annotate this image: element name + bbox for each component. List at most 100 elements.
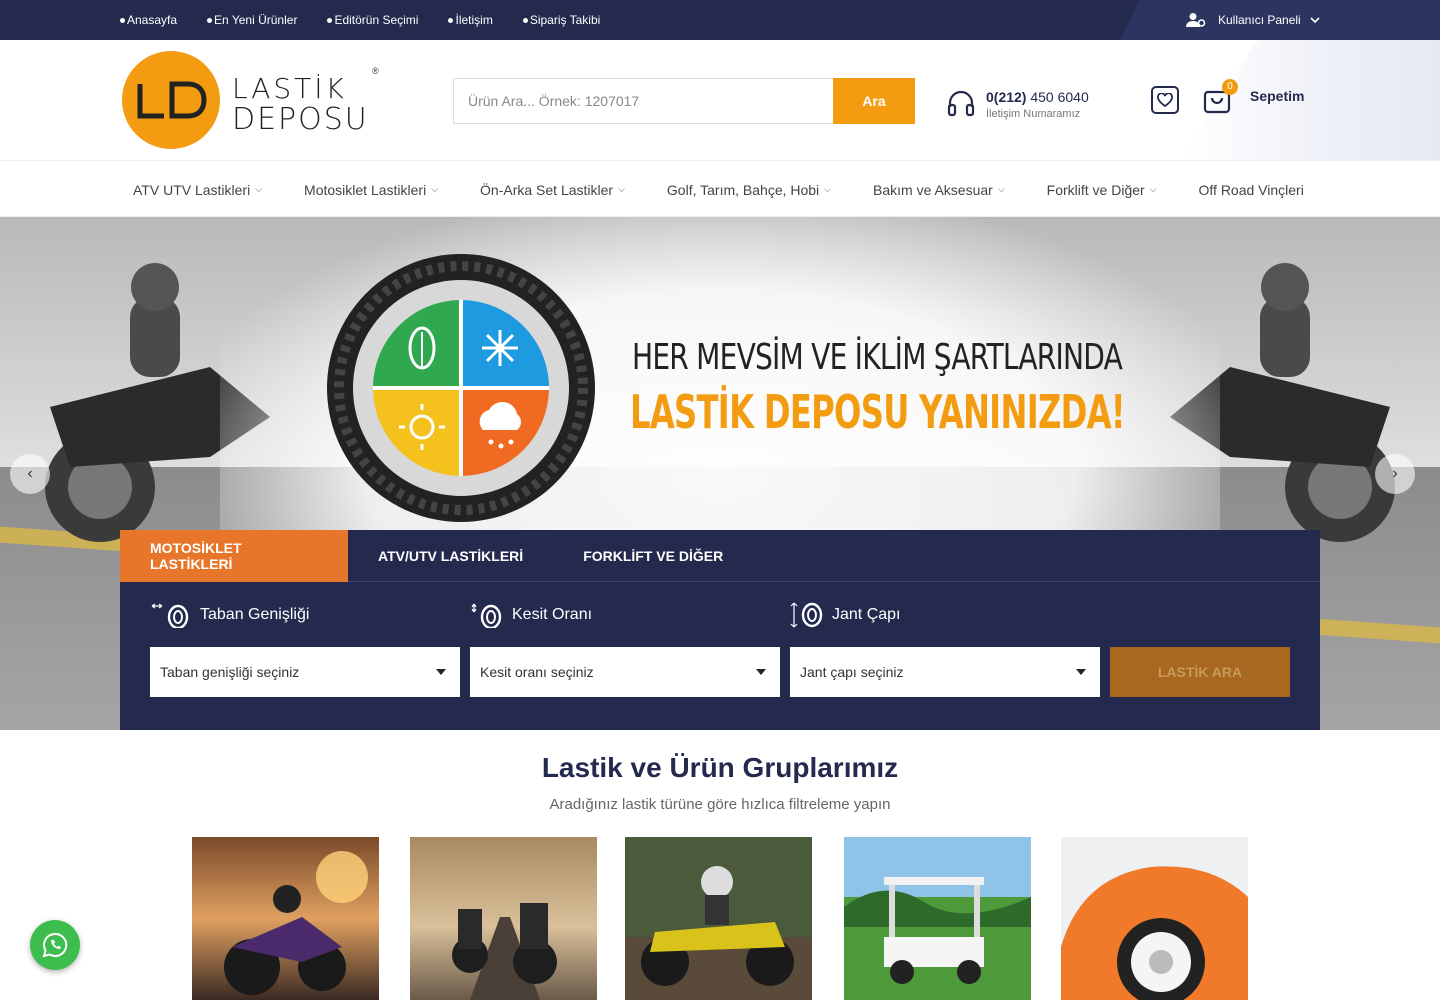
- find-tire-button[interactable]: LASTİK ARA: [1110, 647, 1290, 697]
- tire-width-icon: [151, 603, 189, 628]
- chevron-down-icon: ⌵: [255, 184, 263, 194]
- label-ratio: Kesit Oranı: [470, 602, 592, 628]
- phone-label: İletişim Numaramız: [986, 107, 1081, 120]
- tab-motorcycle-tires[interactable]: MOTOSİKLET LASTİKLERİ: [120, 530, 348, 582]
- tab-atv-utv-tires[interactable]: ATV/UTV LASTİKLERİ: [348, 530, 553, 582]
- nav-item-label: Motosiklet Lastikleri: [304, 181, 427, 198]
- top-link-label: Sipariş Takibi: [529, 13, 601, 27]
- contact-text: 0(212) 450 6040 İletişim Numaramız: [986, 89, 1089, 120]
- label-text: Kesit Oranı: [512, 606, 593, 623]
- tire-finder: MOTOSİKLET LASTİKLERİ ATV/UTV LASTİKLERİ…: [120, 530, 1320, 730]
- bullet-icon: [522, 17, 528, 23]
- nav-item-label: Forklift ve Diğer: [1046, 181, 1145, 198]
- search-button[interactable]: Ara: [833, 78, 915, 124]
- sport-motorcycle-image: [192, 837, 379, 1000]
- finder-selects: Taban genişliği seçiniz Kesit oranı seçi…: [150, 647, 1290, 697]
- nav-item-forklift[interactable]: Forklift ve Diğer ⌵: [1047, 182, 1157, 198]
- select-rim[interactable]: Jant çapı seçiniz: [790, 647, 1100, 697]
- cart-count-badge: 0: [1222, 79, 1238, 95]
- whatsapp-button[interactable]: [30, 920, 80, 970]
- wishlist-button[interactable]: [1151, 86, 1179, 114]
- top-link-contact[interactable]: İletişim: [448, 13, 493, 27]
- group-card-sport-motorcycle[interactable]: [192, 837, 379, 1000]
- top-link-new-products[interactable]: En Yeni Ürünler: [207, 13, 297, 27]
- chevron-down-icon: ⌵: [1149, 184, 1157, 194]
- bullet-icon: [120, 17, 125, 23]
- chevron-right-icon: ›: [1392, 465, 1398, 482]
- top-link-label: Editörün Seçimi: [334, 13, 419, 27]
- nav-item-atv-utv[interactable]: ATV UTV Lastikleri ⌵: [133, 182, 262, 198]
- phone-number[interactable]: 0(212) 450 6040: [986, 89, 1089, 105]
- finder-tabs: MOTOSİKLET LASTİKLERİ ATV/UTV LASTİKLERİ…: [120, 530, 1320, 582]
- site-logo[interactable]: LASTİK DEPOSU ®: [120, 50, 410, 150]
- select-ratio[interactable]: Kesit oranı seçiniz: [470, 647, 780, 697]
- top-link-home[interactable]: Anasayfa: [120, 13, 177, 27]
- nav-item-care-accessories[interactable]: Bakım ve Aksesuar ⌵: [873, 182, 1005, 198]
- user-panel-button[interactable]: Kullanıcı Paneli: [1186, 0, 1321, 40]
- finder-labels: Taban Genişliği Kesit Oranı Jant Çapı: [150, 602, 1290, 632]
- chevron-down-icon: ⌵: [997, 184, 1005, 194]
- nav-item-front-rear-set[interactable]: Ön-Arka Set Lastikler ⌵: [480, 182, 625, 198]
- phone-prefix: 0(212): [986, 88, 1027, 105]
- nav-item-label: Off Road Vinçleri: [1198, 181, 1304, 198]
- slider-next-button[interactable]: ›: [1375, 454, 1415, 494]
- top-link-label: En Yeni Ürünler: [214, 13, 298, 27]
- groups-title: Lastik ve Ürün Gruplarımız: [541, 752, 899, 783]
- label-rim: Jant Çapı: [790, 602, 900, 628]
- hero-headline-line2: LASTİK DEPOSU YANINIZDA!: [630, 385, 1126, 439]
- cart-button[interactable]: 0: [1203, 79, 1238, 116]
- chevron-left-icon: ‹: [27, 465, 33, 482]
- group-card-classic-car[interactable]: [1061, 837, 1248, 1000]
- bullet-icon: [327, 17, 333, 23]
- chevron-down-icon: ⌵: [618, 184, 625, 194]
- contact-info: 0(212) 450 6040 İletişim Numaramız: [946, 86, 1089, 122]
- slider-prev-button[interactable]: ‹: [10, 454, 50, 494]
- cart-label[interactable]: Sepetim: [1250, 88, 1304, 104]
- four-season-tire-icon: [327, 254, 595, 522]
- nav-item-label: Bakım ve Aksesuar: [873, 181, 993, 198]
- nav-item-label: Golf, Tarım, Bahçe, Hobi: [666, 181, 820, 198]
- select-width[interactable]: Taban genişliği seçiniz: [150, 647, 460, 697]
- top-link-editors-choice[interactable]: Editörün Seçimi: [327, 13, 418, 27]
- whatsapp-icon: [42, 932, 68, 958]
- site-header: LASTİK DEPOSU ® Ara 0(212) 450 6040 İlet…: [0, 40, 1440, 160]
- groups-subtitle: Aradığınız lastik türüne göre hızlıca fi…: [549, 796, 891, 813]
- phone-digits: 450 6040: [1026, 88, 1089, 105]
- caret-down-icon: [436, 669, 446, 675]
- top-links: Anasayfa En Yeni Ürünler Editörün Seçimi…: [120, 0, 630, 40]
- label-text: Taban Genişliği: [200, 606, 310, 623]
- nav-item-motorcycle[interactable]: Motosiklet Lastikleri ⌵: [304, 182, 438, 198]
- main-nav: ATV UTV Lastikleri ⌵ Motosiklet Lastikler…: [0, 160, 1440, 217]
- user-gear-icon: [1186, 13, 1206, 27]
- user-panel-label: Kullanıcı Paneli: [1218, 13, 1301, 27]
- nav-item-offroad-winches[interactable]: Off Road Vinçleri: [1199, 182, 1304, 198]
- tire-ratio-icon: [471, 603, 502, 628]
- logo-mark: [137, 81, 207, 119]
- classic-car-image: [1061, 837, 1248, 1000]
- nav-item-label: Ön-Arka Set Lastikler: [480, 181, 614, 198]
- group-card-atv[interactable]: [625, 837, 812, 1000]
- select-value: Jant çapı seçiniz: [800, 664, 904, 680]
- atv-image: [625, 837, 812, 1000]
- group-card-golf-cart[interactable]: [844, 837, 1031, 1000]
- nav-item-golf-farm[interactable]: Golf, Tarım, Bahçe, Hobi ⌵: [667, 182, 831, 198]
- search-input[interactable]: [453, 78, 833, 124]
- bullet-icon: [207, 17, 213, 23]
- bullet-icon: [448, 17, 454, 23]
- touring-motorcycle-image: [410, 837, 597, 1000]
- chevron-down-icon: ⌵: [824, 184, 831, 194]
- tire-rim-icon: [790, 602, 823, 628]
- hero-headline-line1: HER MEVSİM VE İKLİM ŞARTLARINDA: [632, 337, 1123, 378]
- label-width: Taban Genişliği: [150, 602, 309, 628]
- logo-word-lastik: LASTİK: [232, 72, 347, 105]
- top-link-label: İletişim: [455, 13, 493, 27]
- headset-icon: [947, 90, 975, 117]
- top-link-order-tracking[interactable]: Sipariş Takibi: [522, 13, 601, 27]
- caret-down-icon: [1076, 669, 1086, 675]
- group-card-touring-motorcycle[interactable]: [410, 837, 597, 1000]
- chevron-down-icon: [1310, 17, 1320, 24]
- select-value: Taban genişliği seçiniz: [160, 664, 300, 680]
- search-bar: Ara: [453, 78, 915, 124]
- tab-forklift-other[interactable]: FORKLİFT VE DİĞER: [553, 530, 753, 582]
- chevron-down-icon: ⌵: [431, 184, 439, 194]
